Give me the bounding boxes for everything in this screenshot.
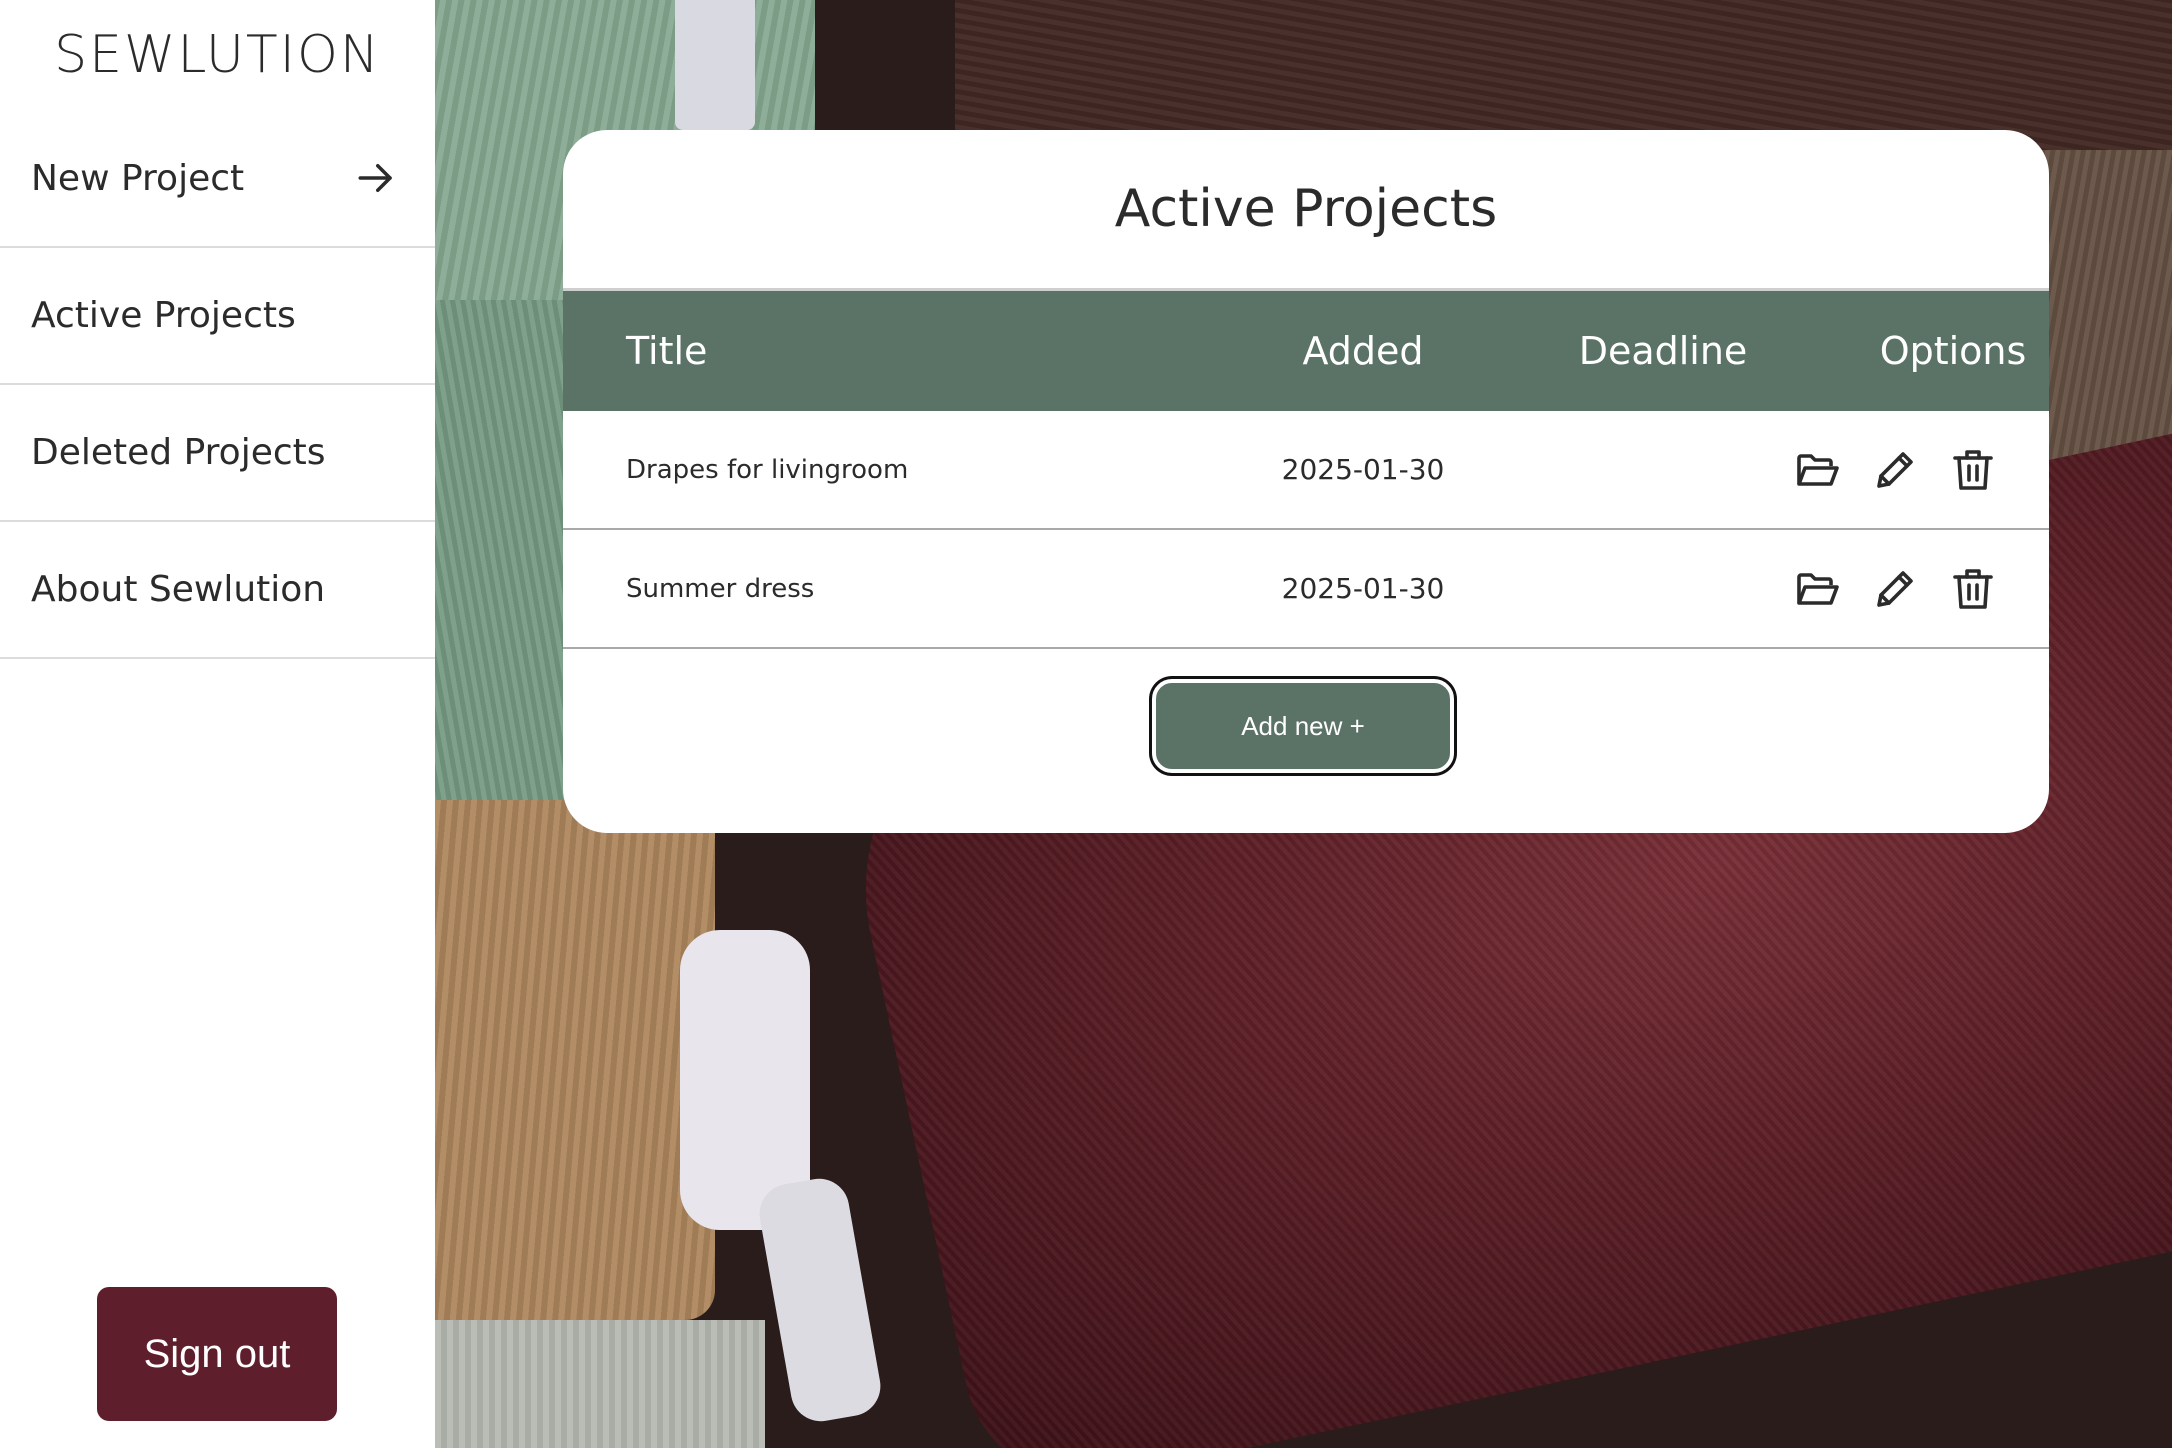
sidebar-item-new-project[interactable]: New Project bbox=[0, 110, 435, 248]
add-new-button[interactable]: Add new + bbox=[1152, 679, 1454, 773]
sidebar-item-label: About Sewlution bbox=[31, 569, 326, 610]
project-title: Summer dress bbox=[626, 573, 815, 604]
trash-icon[interactable] bbox=[1949, 565, 1997, 613]
sidebar-item-label: New Project bbox=[31, 157, 245, 199]
sidebar-item-active-projects[interactable]: Active Projects bbox=[0, 248, 435, 385]
column-header-deadline: Deadline bbox=[1578, 329, 1748, 373]
add-row-area: Add new + bbox=[563, 649, 2049, 833]
table-row: Summer dress 2025-01-30 bbox=[563, 530, 2049, 649]
pencil-icon[interactable] bbox=[1871, 446, 1919, 494]
sidebar-item-deleted-projects[interactable]: Deleted Projects bbox=[0, 385, 435, 522]
table-header: Title Added Deadline Options bbox=[563, 288, 2049, 411]
project-added-date: 2025-01-30 bbox=[1281, 453, 1445, 486]
table-row: Drapes for livingroom 2025-01-30 bbox=[563, 411, 2049, 530]
column-header-added: Added bbox=[1302, 329, 1424, 373]
trash-icon[interactable] bbox=[1949, 446, 1997, 494]
project-deadline bbox=[1563, 411, 1763, 528]
folder-open-icon[interactable] bbox=[1793, 565, 1841, 613]
column-header-options: Options bbox=[1879, 329, 2027, 373]
brand-logo: SEWLUTION bbox=[54, 25, 381, 85]
sidebar: SEWLUTION New Project Active Projects De… bbox=[0, 0, 435, 1448]
arrow-right-icon bbox=[355, 157, 397, 199]
sidebar-item-label: Active Projects bbox=[31, 295, 296, 336]
page-title: Active Projects bbox=[1114, 179, 1498, 239]
sidebar-item-about[interactable]: About Sewlution bbox=[0, 522, 435, 659]
active-projects-card: Active Projects Title Added Deadline Opt… bbox=[563, 130, 2049, 833]
project-added-date: 2025-01-30 bbox=[1281, 572, 1445, 605]
project-title: Drapes for livingroom bbox=[626, 454, 909, 485]
project-deadline bbox=[1563, 530, 1763, 647]
sign-out-button[interactable]: Sign out bbox=[97, 1287, 337, 1421]
sidebar-item-label: Deleted Projects bbox=[31, 432, 326, 473]
folder-open-icon[interactable] bbox=[1793, 446, 1841, 494]
pencil-icon[interactable] bbox=[1871, 565, 1919, 613]
column-header-title: Title bbox=[626, 329, 708, 373]
